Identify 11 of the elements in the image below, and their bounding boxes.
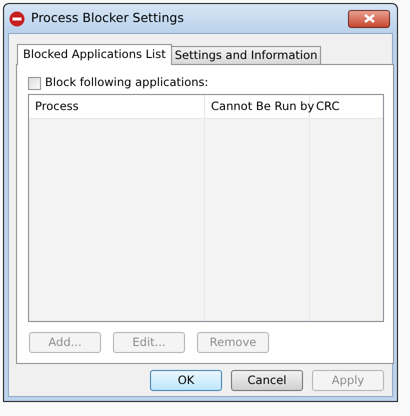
tab[interactable]: Blocked Applications List xyxy=(17,44,172,65)
button[interactable]: OK xyxy=(150,370,222,391)
close-icon xyxy=(364,14,374,23)
stop-icon xyxy=(9,10,25,26)
window-title: Process Blocker Settings xyxy=(31,9,184,28)
checkbox[interactable] xyxy=(28,76,41,90)
checkbox-label: Block following applications: xyxy=(45,74,208,92)
button[interactable]: Cancel xyxy=(231,370,303,391)
close-button[interactable] xyxy=(348,10,390,28)
tab[interactable]: Settings and Information xyxy=(172,46,322,64)
column-header[interactable]: Process xyxy=(29,95,205,118)
